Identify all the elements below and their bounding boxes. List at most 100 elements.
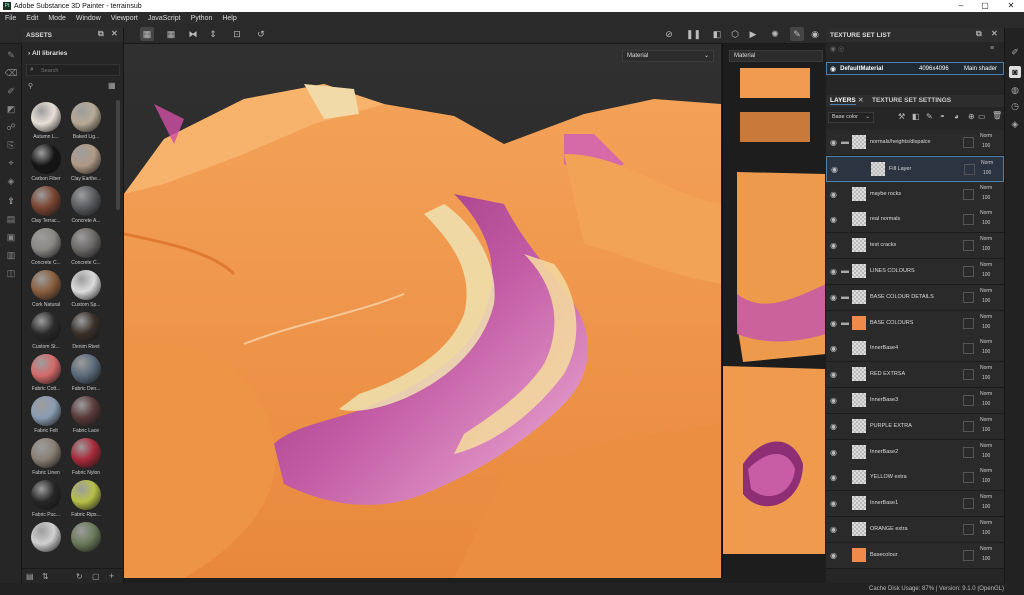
opacity-field[interactable]: 100 xyxy=(982,478,990,484)
blend-mode-select[interactable]: Norm xyxy=(980,236,992,242)
opacity-field[interactable]: 100 xyxy=(982,401,990,407)
symmetry-icon[interactable]: ⧓ xyxy=(186,27,200,41)
layer-name[interactable]: InnerBase1 xyxy=(870,500,898,506)
opacity-field[interactable]: 100 xyxy=(982,246,990,252)
layer-row[interactable]: ◉ ▬ BASE COLOURS Norm 100 xyxy=(826,311,1004,337)
eye-icon[interactable]: ◉ xyxy=(829,215,838,224)
layer-mask-slot[interactable] xyxy=(963,447,974,458)
close-panel-icon[interactable]: ✕ xyxy=(111,29,118,38)
layer-name[interactable]: Fill Layer xyxy=(889,166,911,172)
display-settings-icon[interactable]: ◍ xyxy=(1009,84,1021,96)
asset-tile[interactable]: Carbon Fiber xyxy=(28,144,64,184)
visibility-icon[interactable]: ◉ ◎ xyxy=(830,45,844,53)
undock-icon[interactable]: ⧉ xyxy=(98,29,104,39)
asset-tile[interactable]: Fabric Lace xyxy=(68,396,104,436)
smudge-icon[interactable]: ☍ xyxy=(4,120,18,134)
eye-icon[interactable]: ◉ xyxy=(829,448,838,457)
asset-tile[interactable]: Fabric Cott... xyxy=(28,354,64,394)
opacity-field[interactable]: 100 xyxy=(982,324,990,330)
blend-mode-select[interactable]: Norm xyxy=(980,133,992,139)
layer-mask-slot[interactable] xyxy=(963,498,974,509)
geometry-mask-icon[interactable]: ◈ xyxy=(4,174,18,188)
opacity-field[interactable]: 100 xyxy=(982,530,990,536)
menu-viewport[interactable]: Viewport xyxy=(106,15,143,22)
layer-name[interactable]: InnerBase4 xyxy=(870,345,898,351)
eye-icon[interactable]: ◉ xyxy=(829,525,838,534)
undock-icon[interactable]: ⧉ xyxy=(976,29,982,39)
blend-mode-select[interactable]: Norm xyxy=(980,443,992,449)
layer-mask-slot[interactable] xyxy=(963,421,974,432)
layer-name[interactable]: InnerBase2 xyxy=(870,449,898,455)
asset-tile[interactable]: Cork Natural xyxy=(28,270,64,310)
eye-icon[interactable]: ◉ xyxy=(829,293,838,302)
asset-tile[interactable]: Fabric Rips... xyxy=(68,480,104,520)
layer-row[interactable]: ◉ InnerBase3 Norm 100 xyxy=(826,388,1004,414)
eye-icon[interactable]: ◉ xyxy=(829,473,838,482)
maximize-button[interactable]: ▢ xyxy=(976,0,994,12)
layer-row[interactable]: ◉ maybe rocks Norm 100 xyxy=(826,182,1004,208)
layer-mask-slot[interactable] xyxy=(963,343,974,354)
picker-icon[interactable]: ⌖ xyxy=(4,156,18,170)
add-paint-layer-icon[interactable]: ✎ xyxy=(926,112,933,121)
texture-set-shader[interactable]: Main shader xyxy=(964,66,997,72)
blend-mode-select[interactable]: Norm xyxy=(980,288,992,294)
asset-tile[interactable]: Fabric Nylon xyxy=(68,438,104,478)
opacity-field[interactable]: 100 xyxy=(982,375,990,381)
layer-name[interactable]: RED EXTRSA xyxy=(870,371,905,377)
folder-icon[interactable]: ▬ xyxy=(841,319,850,327)
history-panel-icon[interactable]: ◷ xyxy=(1009,100,1021,112)
opacity-field[interactable]: 100 xyxy=(982,427,990,433)
blend-mode-select[interactable]: Norm xyxy=(980,339,992,345)
blend-mode-select[interactable]: Norm xyxy=(980,494,992,500)
asset-tile[interactable]: Fabric Puc... xyxy=(28,480,64,520)
eye-icon[interactable]: ◉ xyxy=(829,370,838,379)
menu-edit[interactable]: Edit xyxy=(21,15,43,22)
opacity-field[interactable]: 100 xyxy=(982,453,990,459)
layer-mask-slot[interactable] xyxy=(963,369,974,380)
layer-mask-slot[interactable] xyxy=(963,524,974,535)
asset-tile[interactable]: Denim Rivet xyxy=(68,312,104,352)
asset-tile[interactable]: Fabric Den... xyxy=(68,354,104,394)
layer-name[interactable]: PURPLE EXTRA xyxy=(870,423,912,429)
search-field[interactable]: ⌕ xyxy=(26,64,120,76)
opacity-field[interactable]: 100 xyxy=(982,349,990,355)
view-mode-icon[interactable]: ◧ xyxy=(710,27,724,41)
blend-mode-select[interactable]: Norm xyxy=(980,210,992,216)
visibility-off-icon[interactable]: ⊘ xyxy=(662,27,676,41)
eye-icon[interactable]: ◉ xyxy=(829,422,838,431)
camera-icon[interactable]: ▶ xyxy=(746,27,760,41)
viewport-2d-channel-select[interactable]: Material xyxy=(729,50,823,62)
layer-row[interactable]: ◉ ▬ normals/heights/dispalce Norm 100 xyxy=(826,130,1004,156)
layer-name[interactable]: ORANGE extra xyxy=(870,526,908,532)
blend-mode-select[interactable]: Norm xyxy=(981,160,993,166)
frame-icon[interactable]: ⊡ xyxy=(230,27,244,41)
layer-mask-slot[interactable] xyxy=(963,395,974,406)
layer-mask-slot[interactable] xyxy=(963,214,974,225)
close-button[interactable]: ✕ xyxy=(1002,0,1020,12)
blend-mode-select[interactable]: Norm xyxy=(980,520,992,526)
export-icon[interactable]: ⇧ xyxy=(4,194,18,208)
asset-tile[interactable] xyxy=(68,522,104,562)
eye-icon[interactable]: ◉ xyxy=(829,551,838,560)
save-icon[interactable]: ▥ xyxy=(4,248,18,262)
close-tab-icon[interactable]: ✕ xyxy=(858,96,863,104)
add-fill-layer-icon[interactable]: ◓ xyxy=(940,112,945,121)
add-icon[interactable]: + xyxy=(109,571,114,581)
cube-icon[interactable]: ⬡ xyxy=(728,27,742,41)
asset-tile[interactable] xyxy=(28,522,64,562)
opacity-field[interactable]: 100 xyxy=(982,504,990,510)
import-icon[interactable]: ▢ xyxy=(92,572,100,581)
add-effect-icon[interactable]: ⚒ xyxy=(898,112,905,121)
screenshot-icon[interactable]: ◉ xyxy=(808,27,822,41)
library-selector[interactable]: › All libraries xyxy=(28,50,67,57)
history-icon[interactable]: ↺ xyxy=(254,27,268,41)
asset-tile[interactable]: Concrete A... xyxy=(68,186,104,226)
eye-icon[interactable]: ◉ xyxy=(829,190,838,199)
layer-row[interactable]: ◉ InnerBase2 Norm 100 xyxy=(826,440,1004,466)
light-icon[interactable]: ✺ xyxy=(768,27,782,41)
add-smart-material-icon[interactable]: ◕ xyxy=(954,112,959,121)
list-icon[interactable]: ≡ xyxy=(990,45,994,52)
opacity-field[interactable]: 100 xyxy=(982,143,990,149)
eye-icon[interactable]: ◉ xyxy=(830,65,836,73)
menu-window[interactable]: Window xyxy=(71,15,106,22)
